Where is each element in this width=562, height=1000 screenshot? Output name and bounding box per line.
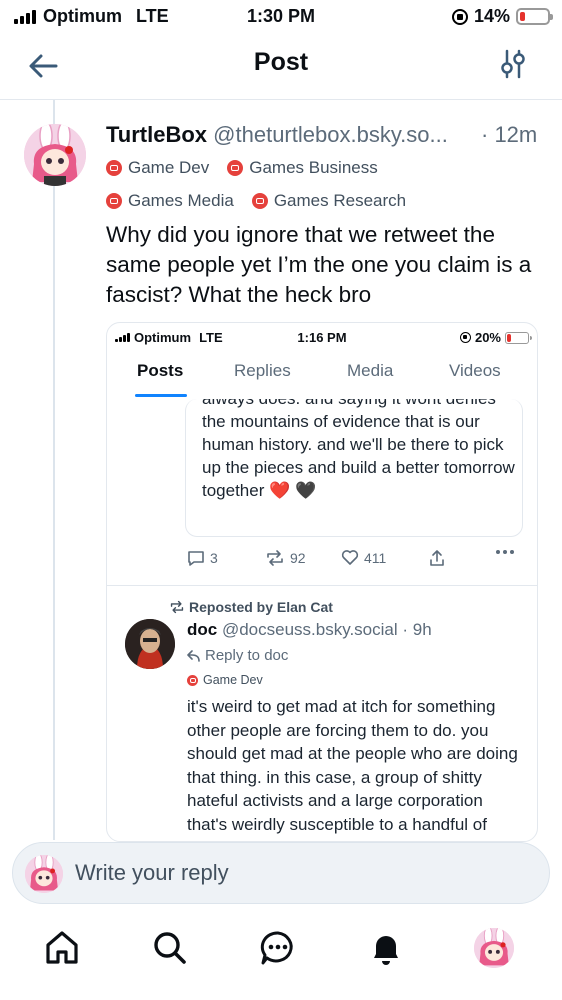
author-name[interactable]: TurtleBox	[106, 122, 207, 147]
bunny-avatar-image	[24, 124, 86, 186]
bunny-avatar-image	[25, 855, 63, 893]
label-game-dev: Game Dev	[187, 673, 263, 687]
reply-post-time: · 9h	[402, 620, 432, 639]
share-action	[429, 549, 445, 567]
quoted-post: always does. and saying it wont denies t…	[185, 399, 523, 537]
home-icon	[46, 931, 78, 964]
search-icon	[154, 932, 186, 964]
thread-line	[53, 100, 55, 840]
header: Post	[0, 34, 562, 100]
bell-icon	[374, 936, 398, 965]
avatar	[25, 855, 63, 893]
black-heart-emoji: 🖤	[295, 481, 317, 500]
share-icon	[430, 550, 444, 566]
reply-count: 3	[210, 550, 218, 566]
reply-action: 3	[187, 549, 218, 567]
label-game-dev[interactable]: Game Dev	[106, 158, 209, 178]
screenshot-status-bar: Optimum LTE 1:16 PM 20%	[107, 323, 537, 351]
nav-chat[interactable]	[258, 928, 298, 968]
repost-icon	[170, 600, 184, 614]
label-games-research[interactable]: Games Research	[251, 191, 406, 211]
battery-icon	[505, 331, 532, 344]
tab-replies: Replies	[234, 361, 291, 380]
repost-count: 92	[290, 550, 306, 566]
avatar	[125, 619, 175, 669]
reply-icon	[188, 551, 204, 566]
avatar[interactable]	[24, 124, 86, 186]
label-row: Games Media Games Research	[106, 191, 546, 211]
orientation-lock-icon	[459, 332, 471, 343]
author-handle[interactable]: @theturtlebox.bsky.so...	[213, 122, 448, 147]
reply-placeholder: Write your reply	[75, 860, 229, 885]
nav-search[interactable]	[150, 928, 190, 968]
filter-button[interactable]	[498, 48, 528, 80]
label-games-media[interactable]: Games Media	[106, 191, 234, 211]
reply-input[interactable]: Write your reply	[12, 842, 550, 904]
reply-post-header: doc @docseuss.bsky.social · 9h	[187, 620, 432, 640]
reply-post-text: it's weird to get mad at itch for someth…	[187, 697, 518, 841]
red-heart-emoji: ❤️	[269, 481, 291, 500]
nav-notifications[interactable]	[366, 928, 406, 968]
label-icon	[251, 193, 268, 209]
label-icon	[106, 193, 122, 209]
label-icon	[106, 160, 122, 176]
reply-author-name: doc	[187, 620, 218, 639]
label-row: Game Dev Games Business	[106, 158, 546, 178]
divider	[107, 585, 537, 586]
active-tab-indicator	[135, 394, 187, 397]
nav-profile-avatar[interactable]	[474, 928, 514, 968]
nav-home[interactable]	[42, 928, 82, 968]
battery-percent: 14%	[473, 6, 510, 26]
reply-author-handle: @docseuss.bsky.social	[221, 620, 398, 639]
repost-action: 92	[265, 549, 306, 567]
more-action	[495, 549, 515, 555]
bunny-avatar-image	[474, 928, 514, 968]
like-action: 411	[341, 549, 386, 566]
post-actions: 3 92 411	[185, 549, 525, 571]
profile-tabs: Posts Replies Media Videos	[107, 355, 537, 399]
repost-icon	[267, 550, 283, 566]
reply-to-indicator: Reply to doc	[187, 647, 288, 664]
chat-icon	[260, 931, 293, 965]
filter-icon	[501, 49, 525, 79]
repost-indicator: Reposted by Elan Cat	[169, 599, 333, 615]
quoted-post-text: always does. and saying it wont denies t…	[202, 399, 515, 500]
battery-icon	[516, 8, 553, 25]
heart-icon	[341, 550, 359, 565]
like-count: 411	[364, 549, 387, 566]
attached-screenshot[interactable]: Optimum LTE 1:16 PM 20% Posts Replies Me…	[106, 322, 538, 842]
label-icon	[187, 674, 198, 686]
post-header: TurtleBox @theturtlebox.bsky.so... · 12m	[106, 122, 537, 148]
post-text: Why did you ignore that we retweet the s…	[106, 222, 532, 307]
bottom-nav	[0, 910, 562, 1000]
label-icon	[227, 160, 244, 176]
post-time: · 12m	[481, 122, 538, 147]
label-games-business[interactable]: Games Business	[227, 158, 378, 178]
orientation-lock-icon	[451, 8, 468, 25]
reply-arrow-icon	[187, 649, 200, 662]
tab-media: Media	[347, 361, 394, 380]
more-icon	[496, 550, 514, 554]
tab-videos: Videos	[449, 361, 501, 380]
page-title: Post	[253, 48, 309, 76]
status-bar: Optimum LTE 1:30 PM 14%	[0, 0, 562, 34]
tab-posts: Posts	[137, 361, 184, 380]
doc-avatar-image	[125, 619, 175, 669]
